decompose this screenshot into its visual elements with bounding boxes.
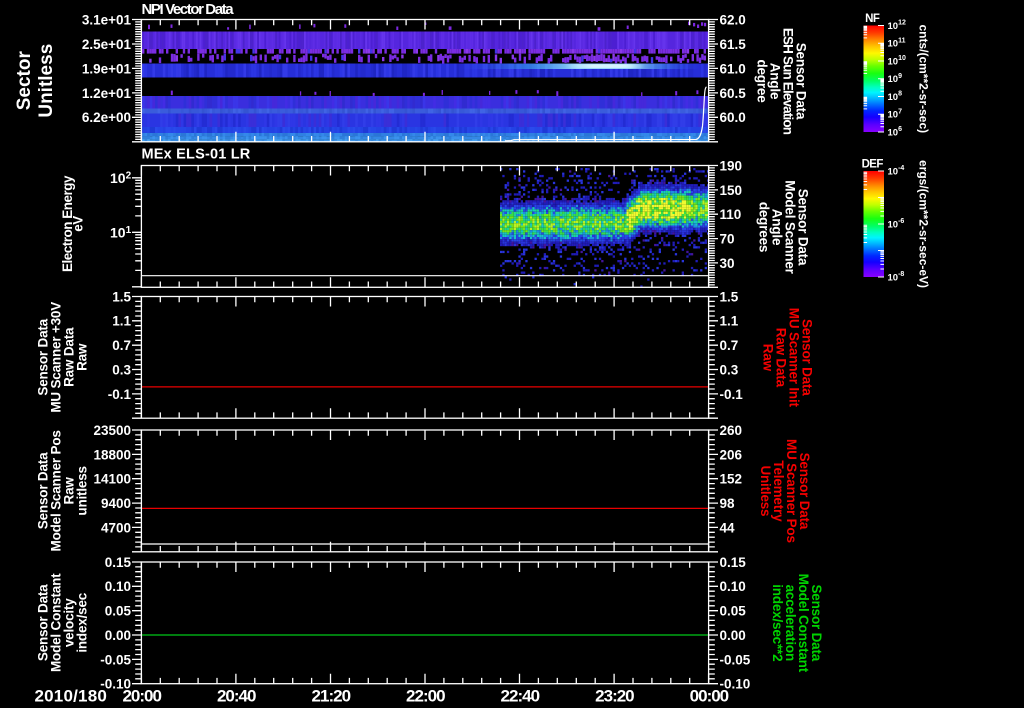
svg-text:18800: 18800 <box>93 447 131 462</box>
svg-text:1.5: 1.5 <box>720 289 739 304</box>
svg-text:1.9e+01: 1.9e+01 <box>82 61 132 76</box>
svg-text:60.0: 60.0 <box>720 110 746 125</box>
svg-text:degree: degree <box>755 59 770 103</box>
svg-text:206: 206 <box>720 447 743 462</box>
svg-text:23:20: 23:20 <box>595 687 634 706</box>
svg-text:9400: 9400 <box>101 496 131 511</box>
svg-text:0.05: 0.05 <box>105 604 132 619</box>
svg-text:cnts/(cm**2-sr-sec): cnts/(cm**2-sr-sec) <box>917 24 931 133</box>
svg-text:62.0: 62.0 <box>720 12 746 27</box>
svg-text:260: 260 <box>720 423 743 438</box>
svg-text:degrees: degrees <box>757 202 772 252</box>
svg-text:Raw: Raw <box>761 344 776 372</box>
svg-text:110: 110 <box>720 207 742 222</box>
svg-text:NPI Vector Data: NPI Vector Data <box>142 1 235 18</box>
svg-text:0.3: 0.3 <box>720 362 739 377</box>
svg-text:22:40: 22:40 <box>501 687 540 706</box>
svg-text:20:40: 20:40 <box>217 687 256 706</box>
svg-text:21:20: 21:20 <box>312 687 351 706</box>
svg-text:0.00: 0.00 <box>105 628 131 643</box>
svg-text:22:00: 22:00 <box>406 687 445 706</box>
svg-text:1.5: 1.5 <box>112 289 131 304</box>
svg-text:150: 150 <box>720 183 743 198</box>
svg-text:ergs/(cm**2-sr-sec-eV): ergs/(cm**2-sr-sec-eV) <box>917 160 931 288</box>
svg-text:index/sec: index/sec <box>74 592 89 652</box>
svg-text:0.05: 0.05 <box>720 604 747 619</box>
svg-text:0.10: 0.10 <box>105 579 131 594</box>
svg-text:DEF: DEF <box>862 159 884 171</box>
svg-text:1.1: 1.1 <box>720 314 739 329</box>
svg-text:1.2e+01: 1.2e+01 <box>82 86 132 101</box>
svg-text:-0.1: -0.1 <box>720 387 744 402</box>
svg-text:00:00: 00:00 <box>690 687 729 706</box>
svg-text:14100: 14100 <box>93 472 131 487</box>
svg-text:61.0: 61.0 <box>720 61 746 76</box>
svg-text:Sector: Sector <box>14 51 35 111</box>
svg-text:0.3: 0.3 <box>112 362 131 377</box>
svg-text:Unitless: Unitless <box>758 465 773 516</box>
svg-text:Raw: Raw <box>74 343 89 371</box>
svg-text:1.1: 1.1 <box>112 314 131 329</box>
svg-text:0.10: 0.10 <box>720 579 746 594</box>
svg-text:0.15: 0.15 <box>105 555 132 570</box>
svg-text:98: 98 <box>720 496 736 511</box>
svg-text:unitless: unitless <box>74 466 89 515</box>
svg-text:20:00: 20:00 <box>122 687 161 706</box>
svg-text:Unitless: Unitless <box>36 44 57 118</box>
svg-text:60.5: 60.5 <box>720 86 747 101</box>
svg-text:MEx ELS-01 LR: MEx ELS-01 LR <box>142 147 251 163</box>
svg-text:2010/180: 2010/180 <box>35 687 108 706</box>
svg-text:3.1e+01: 3.1e+01 <box>82 12 132 27</box>
svg-text:NF: NF <box>865 13 880 25</box>
svg-text:index/sec**2: index/sec**2 <box>770 584 785 661</box>
svg-text:61.5: 61.5 <box>720 37 747 52</box>
svg-text:152: 152 <box>720 472 743 487</box>
svg-text:0.00: 0.00 <box>720 628 746 643</box>
svg-text:30: 30 <box>720 256 735 271</box>
svg-text:0.7: 0.7 <box>112 338 131 353</box>
svg-text:-0.05: -0.05 <box>720 652 751 667</box>
svg-text:190: 190 <box>720 158 743 173</box>
svg-text:6.2e+00: 6.2e+00 <box>82 110 131 125</box>
svg-text:2.5e+01: 2.5e+01 <box>82 37 132 52</box>
svg-text:0.7: 0.7 <box>720 338 739 353</box>
svg-text:eV: eV <box>71 216 86 232</box>
svg-text:0.15: 0.15 <box>720 555 747 570</box>
svg-text:44: 44 <box>720 520 736 535</box>
svg-text:23500: 23500 <box>93 423 131 438</box>
svg-text:70: 70 <box>720 232 735 247</box>
svg-text:4700: 4700 <box>101 520 131 535</box>
svg-text:-0.1: -0.1 <box>108 387 132 402</box>
svg-text:-0.05: -0.05 <box>100 652 131 667</box>
